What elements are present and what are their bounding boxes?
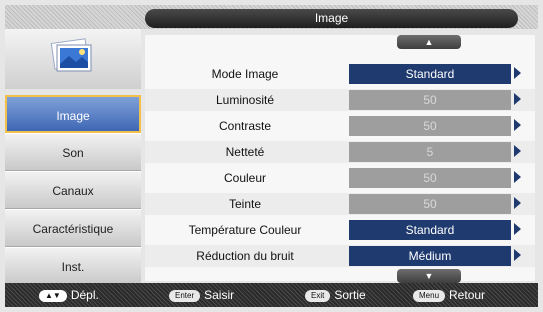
chevron-right-icon[interactable]	[514, 145, 521, 157]
chevron-right-icon[interactable]	[514, 93, 521, 105]
settings-list: ▲ Mode Image Standard Luminosité 50 Cont…	[145, 35, 535, 283]
hint-menu: Menu Retour	[413, 287, 485, 303]
chevron-right-icon[interactable]	[514, 67, 521, 79]
row-reduction-bruit[interactable]: Réduction du bruit Médium	[145, 245, 535, 267]
row-label: Teinte	[228, 197, 262, 211]
hint-exit: Exit Sortie	[305, 287, 366, 303]
row-value[interactable]: 50	[349, 90, 511, 110]
menu-key-icon: Menu	[413, 289, 446, 302]
hint-enter: Enter Saisir	[169, 287, 234, 303]
row-contraste[interactable]: Contraste 50	[145, 115, 535, 137]
row-mode-image[interactable]: Mode Image Standard	[145, 63, 535, 85]
scroll-up-button[interactable]: ▲	[397, 35, 461, 49]
row-value[interactable]: Standard	[349, 220, 511, 240]
logo-area	[5, 29, 141, 89]
row-value[interactable]: Standard	[349, 64, 511, 84]
row-label: Netteté	[225, 145, 265, 159]
sidebar-item-canaux[interactable]: Canaux	[5, 171, 141, 209]
row-teinte[interactable]: Teinte 50	[145, 193, 535, 215]
footer-hints: ▲▼ Dépl. Enter Saisir Exit Sortie Menu Retou…	[5, 283, 538, 307]
row-label: Réduction du bruit	[196, 249, 294, 263]
sidebar-item-son[interactable]: Son	[5, 133, 141, 171]
hint-enter-label: Saisir	[204, 288, 235, 302]
hint-exit-label: Sortie	[334, 288, 366, 302]
row-value[interactable]: Médium	[349, 246, 511, 266]
chevron-right-icon[interactable]	[514, 119, 521, 131]
exit-key-icon: Exit	[305, 289, 331, 302]
row-value[interactable]: 50	[349, 194, 511, 214]
hint-move: ▲▼ Dépl.	[39, 287, 99, 303]
chevron-right-icon[interactable]	[514, 197, 521, 209]
chevron-right-icon[interactable]	[514, 223, 521, 235]
chevron-right-icon[interactable]	[514, 249, 521, 261]
sidebar-item-caracteristique[interactable]: Caractéristique	[5, 209, 141, 247]
updown-key-icon: ▲▼	[39, 289, 67, 302]
sidebar: Image Son Canaux Caractéristique Inst.	[5, 29, 141, 285]
row-value[interactable]: 50	[349, 116, 511, 136]
row-temperature-couleur[interactable]: Température Couleur Standard	[145, 219, 535, 241]
sidebar-item-image[interactable]: Image	[5, 95, 141, 133]
row-luminosite[interactable]: Luminosité 50	[145, 89, 535, 111]
hint-move-label: Dépl.	[70, 288, 99, 302]
row-nettete[interactable]: Netteté 5	[145, 141, 535, 163]
scroll-down-button[interactable]: ▼	[397, 269, 461, 283]
page-title: Image	[145, 9, 518, 28]
row-label: Température Couleur	[188, 223, 302, 237]
row-couleur[interactable]: Couleur 50	[145, 167, 535, 189]
chevron-right-icon[interactable]	[514, 171, 521, 183]
row-label: Couleur	[223, 171, 267, 185]
row-label: Luminosité	[215, 93, 275, 107]
hint-menu-label: Retour	[449, 288, 486, 302]
enter-key-icon: Enter	[169, 289, 201, 302]
sidebar-item-inst[interactable]: Inst.	[5, 247, 141, 285]
tv-menu: Image Image Son Canaux Caractéristique I…	[0, 0, 543, 312]
row-value[interactable]: 50	[349, 168, 511, 188]
row-label: Contraste	[218, 119, 272, 133]
photo-icon	[50, 38, 92, 72]
row-value[interactable]: 5	[349, 142, 511, 162]
row-label: Mode Image	[211, 67, 279, 81]
